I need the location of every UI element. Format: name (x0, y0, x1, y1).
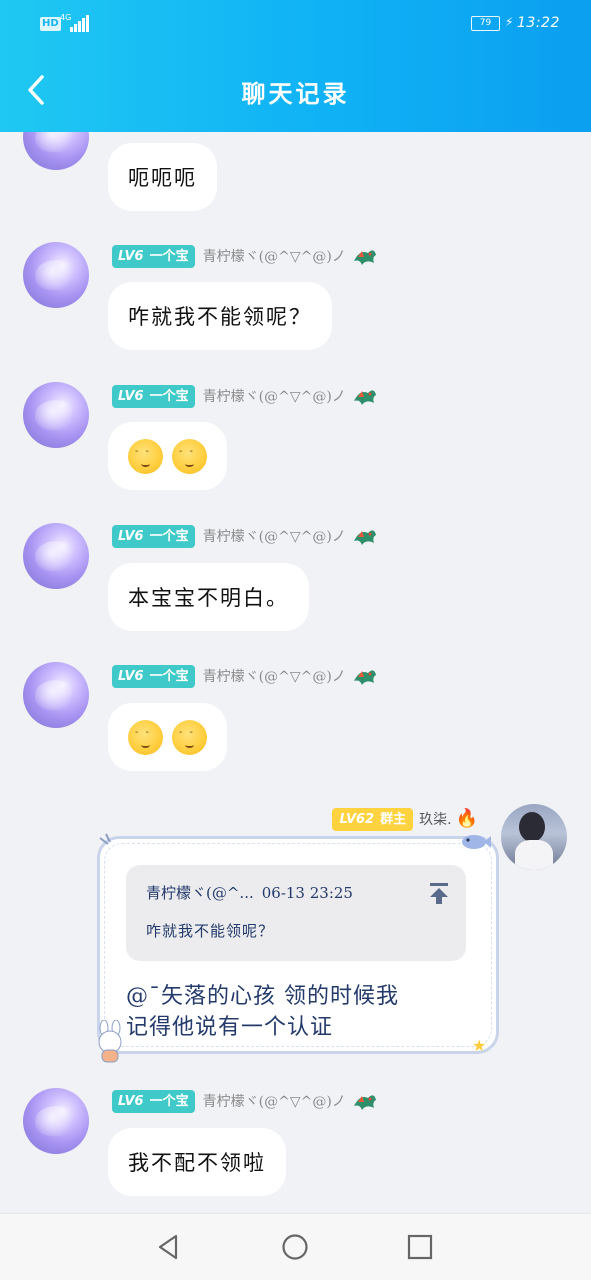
sender-name[interactable]: 青柠檬ヾ(@^▽^@)ノ (203, 246, 346, 266)
sender-line: LV6 一个宝 青柠檬ヾ(@^▽^@)ノ (112, 243, 378, 269)
quote-time: 06-13 23:25 (261, 884, 353, 902)
charging-icon: ⚡ (505, 15, 514, 29)
status-bar: HD 4G 79 ⚡ 13:22 (0, 12, 591, 40)
reply-text: @¯矢落的心孩 领的时候我 记得他说有一个认证 (126, 981, 466, 1043)
owner-level-badge: LV62 群主 (332, 807, 414, 831)
dragon-icon (353, 250, 376, 265)
avatar[interactable] (23, 523, 89, 589)
sender-name[interactable]: 青柠檬ヾ(@^▽^@)ノ (203, 526, 346, 546)
fish-icon (462, 835, 491, 849)
sender-name[interactable]: 青柠檬ヾ(@^▽^@)ノ (203, 1091, 346, 1111)
pensive-emoji-icon (172, 438, 207, 474)
dragon-icon (353, 670, 376, 685)
app-header: HD 4G 79 ⚡ 13:22 聊天记录 (0, 0, 591, 132)
message-bubble[interactable]: 咋就我不能领呢？ (108, 282, 332, 350)
signal-icon (70, 15, 90, 32)
my-sender-line: LV62 群主 玖柒. 🔥 (332, 806, 478, 832)
member-level-badge: LV6 一个宝 (112, 1089, 195, 1113)
reply-line: 记得他说有一个认证 (126, 1015, 334, 1040)
dragon-icon (353, 390, 376, 405)
nav-home-icon[interactable] (280, 1232, 310, 1262)
quote-text: 咋就我不能领呢？ (146, 922, 275, 940)
dragon-icon (353, 1095, 376, 1110)
member-level-badge: LV6 一个宝 (112, 244, 195, 268)
member-level-badge: LV6 一个宝 (112, 664, 195, 688)
dragon-icon (353, 530, 376, 545)
battery-icon: 79 (471, 16, 500, 31)
quoted-message[interactable]: 青柠檬ヾ(@^... 06-13 23:25 咋就我不能领呢？ (126, 865, 466, 961)
sender-line: LV6 一个宝 青柠檬ヾ(@^▽^@)ノ (112, 523, 378, 549)
avatar[interactable] (23, 242, 89, 308)
message-bubble[interactable] (108, 422, 227, 490)
hd-indicator: HD (40, 17, 61, 31)
quote-header: 青柠檬ヾ(@^... 06-13 23:25 (146, 882, 353, 903)
sender-line: LV6 一个宝 青柠檬ヾ(@^▽^@)ノ (112, 663, 378, 689)
reply-line: @¯矢落的心孩 领的时候我 (126, 984, 399, 1009)
message-text: 咋就我不能领呢？ (128, 305, 312, 329)
message-bubble[interactable] (108, 703, 227, 771)
sender-line: LV6 一个宝 青柠檬ヾ(@^▽^@)ノ (112, 1088, 378, 1114)
message-text: 本宝宝不明白。 (128, 586, 289, 610)
avatar[interactable] (23, 382, 89, 448)
page-title: 聊天记录 (241, 79, 350, 108)
pensive-emoji-icon (172, 719, 207, 755)
member-level-badge: LV6 一个宝 (112, 524, 195, 548)
nav-back-icon[interactable] (154, 1232, 184, 1262)
message-bubble[interactable]: 呃呃呃 (108, 143, 217, 211)
sender-line: LV6 一个宝 青柠檬ヾ(@^▽^@)ノ (112, 383, 378, 409)
avatar[interactable] (23, 1088, 89, 1154)
pensive-emoji-icon (128, 438, 163, 474)
nav-recent-icon[interactable] (405, 1232, 435, 1262)
my-avatar[interactable] (501, 804, 567, 870)
avatar[interactable] (23, 662, 89, 728)
status-time: 13:22 (517, 15, 560, 31)
sender-name[interactable]: 青柠檬ヾ(@^▽^@)ノ (203, 666, 346, 686)
pensive-emoji-icon (128, 719, 163, 755)
message-text: 我不配不领啦 (128, 1151, 266, 1175)
message-text: 呃呃呃 (128, 166, 197, 190)
sparkle-lines-icon (99, 833, 111, 845)
member-level-badge: LV6 一个宝 (112, 384, 195, 408)
system-nav-bar (0, 1213, 591, 1280)
message-bubble[interactable]: 本宝宝不明白。 (108, 563, 309, 631)
reply-message-bubble[interactable]: 青柠檬ヾ(@^... 06-13 23:25 咋就我不能领呢？ @¯矢落的心孩 领… (97, 836, 499, 1054)
message-bubble[interactable]: 我不配不领啦 (108, 1128, 286, 1196)
my-sender-name[interactable]: 玖柒. (419, 809, 451, 829)
star-icon: ★ (472, 1036, 487, 1055)
jump-to-icon[interactable] (428, 881, 450, 905)
bunny-icon (98, 1020, 122, 1063)
sender-name[interactable]: 青柠檬ヾ(@^▽^@)ノ (203, 386, 346, 406)
quote-author: 青柠檬ヾ(@^... (146, 884, 254, 902)
fire-icon: 🔥 (455, 808, 478, 829)
